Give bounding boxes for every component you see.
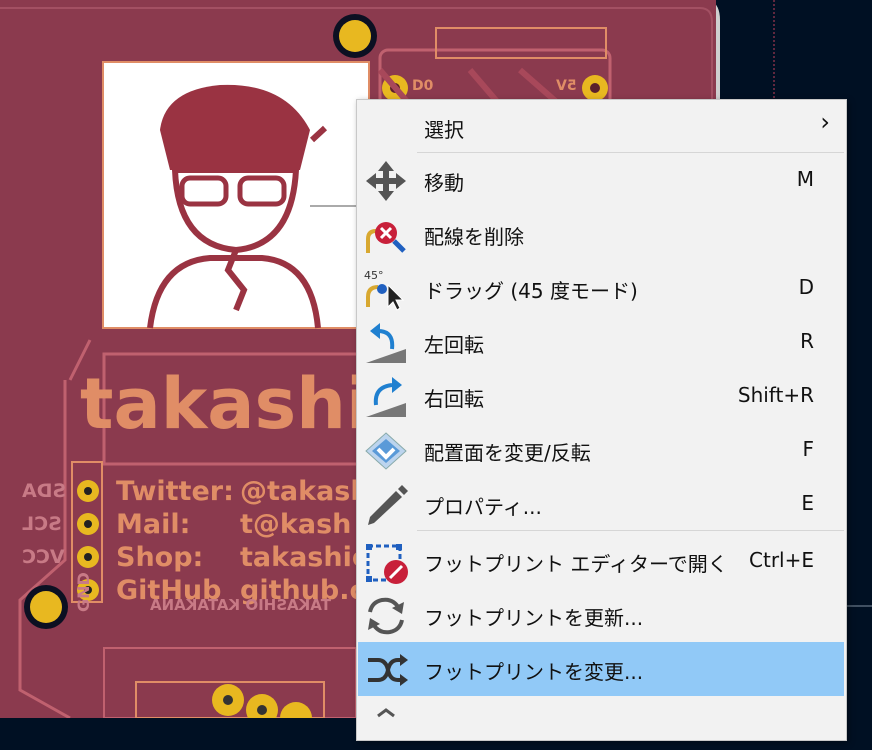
flip-icon [365, 432, 407, 470]
pin-label-scl: SCL [22, 513, 62, 535]
rotate-right-icon [366, 377, 406, 417]
info-value-mail: t@kash [240, 509, 352, 540]
info-value-twitter: @takash [240, 476, 370, 507]
rotate-left-icon [366, 323, 406, 363]
menu-item-label: 配置面を変更/反転 [424, 441, 591, 465]
info-label-twitter: Twitter: [116, 476, 234, 507]
menu-item-shortcut: F [802, 437, 814, 461]
label-5v: 5V [556, 78, 577, 94]
delete-track-icon [366, 222, 406, 253]
footprint-editor-icon [366, 544, 408, 584]
context-menu: 選択 › 移動 M 配線を削除 45° ドラッグ (45 度モード) D 左回転… [356, 99, 847, 741]
menu-item-label: フットプリントを更新... [424, 606, 644, 630]
menu-item-properties[interactable]: プロパティ... E [358, 477, 844, 531]
menu-item-shortcut: D [798, 275, 814, 299]
menu-item-label: 配線を削除 [424, 225, 524, 249]
bottom-mirrored-text: TAKASHIO KATAKANA [150, 596, 331, 614]
menu-item-shortcut: R [800, 329, 814, 353]
menu-separator [417, 530, 844, 531]
menu-item-shortcut: M [796, 167, 814, 191]
info-value-shop: takashio [240, 542, 371, 573]
menu-item-label: フットプリント エディターで開く [424, 552, 728, 576]
menu-item-label: 左回転 [424, 333, 484, 357]
menu-item-rotate-right[interactable]: 右回転 Shift+R [358, 369, 844, 423]
menu-item-move[interactable]: 移動 M [358, 153, 844, 207]
menu-item-update-footprint[interactable]: フットプリントを更新... [358, 588, 844, 642]
menu-item-shortcut: Shift+R [737, 383, 814, 407]
pin-label-sda: SDA [22, 480, 67, 502]
menu-item-delete-track[interactable]: 配線を削除 [358, 207, 844, 261]
info-label-shop: Shop: [116, 542, 204, 573]
menu-item-label: フットプリントを変更... [424, 660, 644, 684]
submenu-arrow-icon: › [820, 108, 830, 136]
menu-item-label: 移動 [424, 171, 464, 195]
menu-item-label: 右回転 [424, 387, 484, 411]
pencil-icon [368, 485, 408, 525]
shuffle-icon [368, 654, 408, 686]
menu-item-shortcut: Ctrl+E [749, 548, 814, 572]
menu-item-flip[interactable]: 配置面を変更/反転 F [358, 423, 844, 477]
menu-item-label: プロパティ... [424, 495, 542, 519]
menu-item-drag-45[interactable]: 45° ドラッグ (45 度モード) D [358, 261, 844, 315]
move-icon [366, 161, 406, 201]
menu-item-change-footprint[interactable]: フットプリントを変更... [358, 642, 844, 696]
drag-45-icon: 45° [364, 269, 405, 311]
label-d0: D0 [412, 78, 434, 94]
menu-item-select[interactable]: 選択 › [358, 100, 844, 154]
menu-item-label: ドラッグ (45 度モード) [424, 279, 638, 303]
menu-item-open-footprint-editor[interactable]: フットプリント エディターで開く Ctrl+E [358, 534, 844, 588]
menu-item-label: 選択 [424, 118, 464, 142]
menu-item-rotate-left[interactable]: 左回転 R [358, 315, 844, 369]
info-label-mail: Mail: [116, 509, 191, 540]
pin-label-gnd: GND [74, 572, 93, 612]
drag-45-icon-text: 45° [364, 269, 384, 282]
menu-item-shortcut: E [801, 491, 814, 515]
menu-item-more[interactable] [358, 696, 844, 750]
partial-icon [377, 708, 395, 718]
refresh-icon [368, 597, 404, 635]
pin-label-vcc: VCC [22, 546, 65, 568]
